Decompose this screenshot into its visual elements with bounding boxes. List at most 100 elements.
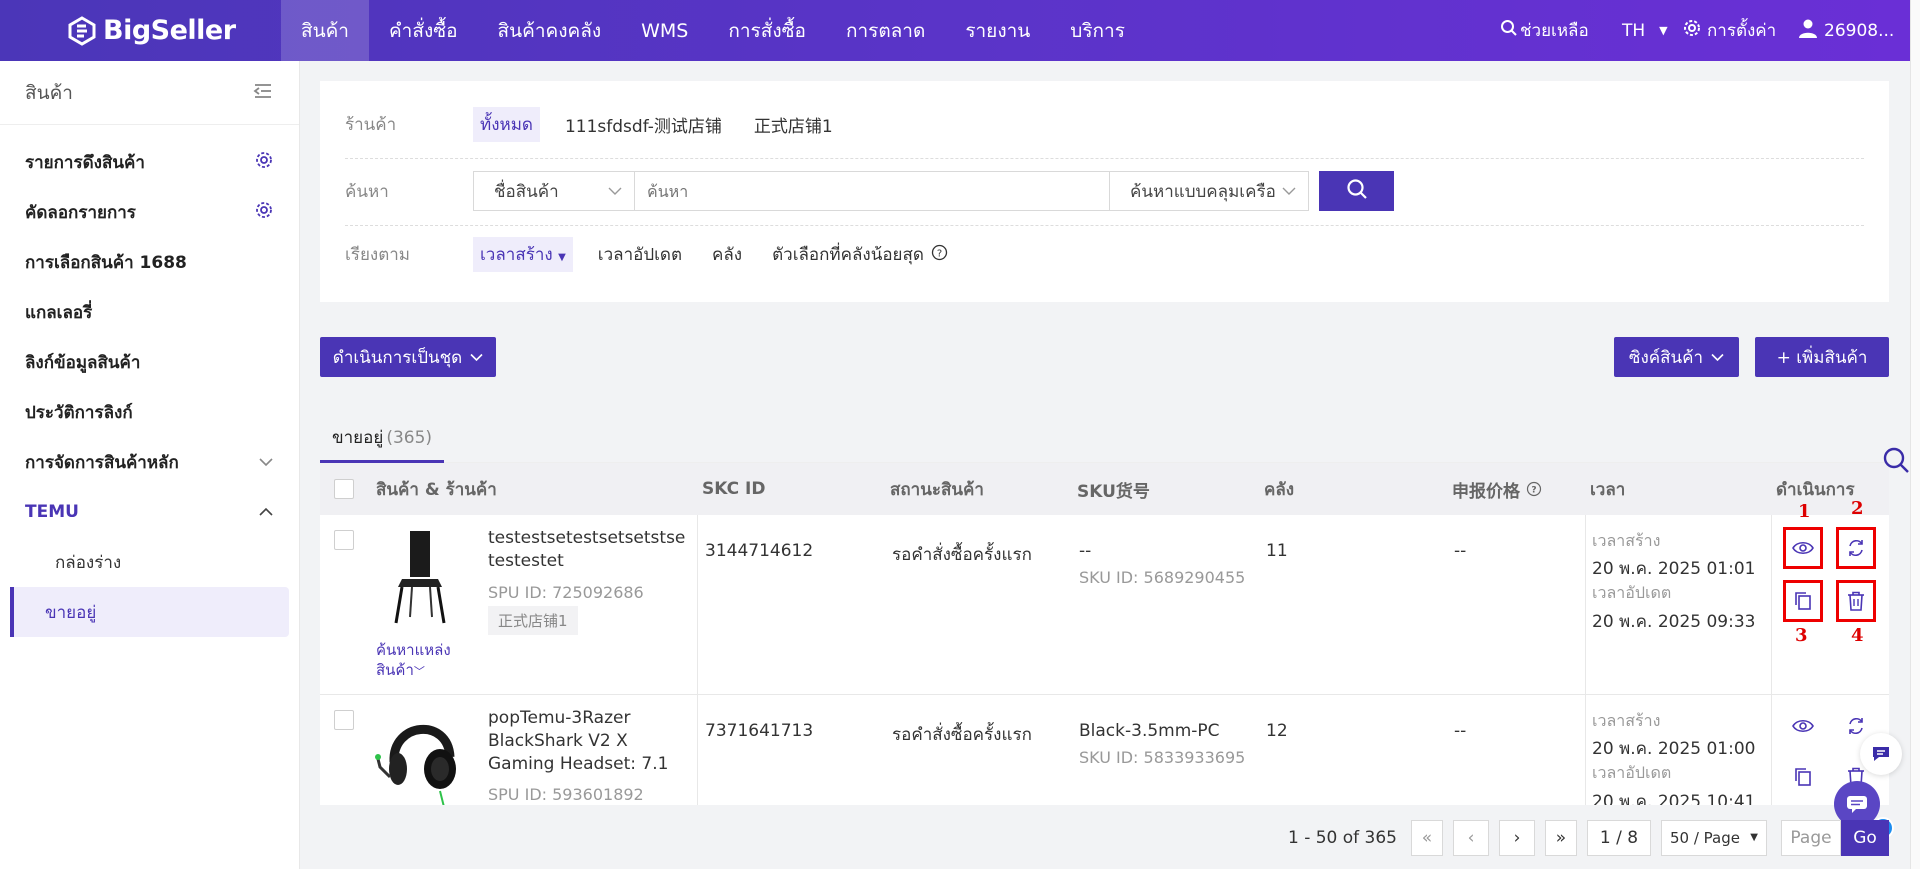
nav-reports[interactable]: รายงาน	[945, 0, 1050, 61]
view-eye-icon[interactable]	[1789, 712, 1817, 740]
find-source-link[interactable]: ค้นหาแหล่งสินค้า﹀	[376, 640, 466, 682]
product-status: รอคำสั่งซื้อครั้งแรก	[892, 545, 1032, 565]
top-navigation: BigSeller สินค้า คำสั่งซื้อ สินค้าคงคลัง…	[0, 0, 1910, 61]
batch-action-label: ดำเนินการเป็นชุด	[332, 347, 463, 368]
sidebar-sub-on-sale[interactable]: ขายอยู่	[10, 587, 289, 637]
gear-icon[interactable]	[255, 151, 273, 174]
sidebar-item-link-history[interactable]: ประวัติการลิงก์	[0, 387, 299, 437]
sidebar-title: สินค้า	[25, 81, 73, 104]
sort-least-stock[interactable]: ตัวเลือกที่คลังน้อยสุด	[765, 237, 931, 272]
sidebar-item-master-products[interactable]: การจัดการสินค้าหลัก	[0, 437, 299, 487]
sidebar-item-copy-listing[interactable]: คัดลอกรายการ	[0, 187, 299, 237]
sort-updated[interactable]: เวลาอัปเดต	[591, 237, 689, 272]
settings-link[interactable]: การตั้งค่า	[1683, 17, 1776, 44]
product-name[interactable]: popTemu-3Razer BlackShark V2 X Gaming He…	[488, 707, 688, 777]
nav-inventory[interactable]: สินค้าคงคลัง	[478, 0, 622, 61]
store-chip-all[interactable]: ทั้งหมด	[473, 106, 540, 142]
row-checkbox[interactable]	[334, 530, 354, 550]
col-skc-id: SKC ID	[702, 479, 766, 499]
row-checkbox[interactable]	[334, 710, 354, 730]
declared-price: --	[1454, 541, 1467, 561]
copy-icon[interactable]	[1789, 587, 1817, 615]
skc-id: 3144714612	[705, 541, 814, 561]
page-scrollbar[interactable]	[1910, 0, 1920, 869]
copy-icon[interactable]	[1789, 763, 1817, 791]
svg-text:?: ?	[1531, 486, 1536, 496]
help-circle-icon[interactable]: ?	[1526, 481, 1542, 497]
first-page-button[interactable]: «	[1411, 819, 1443, 856]
help-link[interactable]: ช่วยเหลือ	[1500, 17, 1589, 44]
product-name[interactable]: testestsetestsetsetstsetestestet	[488, 527, 688, 573]
updated-label: เวลาอัปเดต	[1592, 583, 1672, 602]
gear-icon[interactable]	[255, 201, 273, 224]
sku-id: SKU ID: 5833933695	[1079, 748, 1246, 767]
filter-divider	[345, 158, 1864, 159]
sidebar-item-label: ลิงก์ข้อมูลสินค้า	[25, 352, 141, 373]
spu-id: SPU ID: 593601892	[488, 785, 644, 804]
bigseller-logo[interactable]: BigSeller	[0, 0, 281, 61]
sidebar-item-label: แกลเลอรี่	[25, 302, 93, 323]
nav-orders[interactable]: คำสั่งซื้อ	[369, 0, 478, 61]
updated-time: 20 พ.ค. 2025 10:41	[1592, 792, 1756, 805]
col-product-store: สินค้า & ร้านค้า	[376, 479, 497, 500]
updated-label: เวลาอัปเดต	[1592, 763, 1672, 782]
col-status: สถานะสินค้า	[890, 479, 984, 500]
gear-icon	[1683, 19, 1701, 42]
prev-page-button[interactable]: ‹	[1453, 819, 1489, 856]
chevron-down-icon	[470, 347, 483, 367]
col-sku: SKU货号	[1077, 481, 1150, 502]
stock-qty: 11	[1266, 541, 1288, 561]
product-image-headset[interactable]	[374, 707, 466, 805]
add-product-button[interactable]: + เพิ่มสินค้า	[1755, 337, 1889, 377]
store-chip-official[interactable]: 正式店铺1	[747, 108, 840, 141]
help-circle-icon[interactable]: ?	[931, 244, 948, 265]
col-declared-price: 申报价格 ?	[1452, 463, 1542, 515]
page-indicator: 1 / 8	[1587, 819, 1651, 856]
view-eye-icon[interactable]	[1789, 534, 1817, 562]
batch-action-button[interactable]: ดำเนินการเป็นชุด	[320, 337, 496, 377]
col-stock: คลัง	[1264, 479, 1295, 500]
sort-created[interactable]: เวลาสร้าง ▼	[473, 236, 573, 272]
product-image-chair[interactable]	[380, 527, 460, 627]
sync-icon[interactable]	[1842, 534, 1870, 562]
last-page-button[interactable]: »	[1545, 819, 1577, 856]
user-menu[interactable]: 26908...	[1798, 18, 1894, 43]
page-jump-input[interactable]: Page	[1781, 819, 1841, 856]
sidebar-item-1688[interactable]: การเลือกสินค้า 1688	[0, 237, 299, 287]
floating-search-icon[interactable]	[1880, 444, 1912, 476]
sidebar-item-product-links[interactable]: ลิงก์ข้อมูลสินค้า	[0, 337, 299, 387]
go-button[interactable]: Go	[1841, 819, 1889, 856]
created-label: เวลาสร้าง	[1592, 531, 1661, 550]
feedback-icon[interactable]	[1860, 733, 1902, 775]
nav-wms[interactable]: WMS	[621, 0, 708, 61]
annotation-1: 1	[1798, 501, 1811, 522]
nav-services[interactable]: บริการ	[1050, 0, 1145, 61]
sidebar-item-pull-products[interactable]: รายการดึงสินค้า	[0, 137, 299, 187]
stock-qty: 12	[1266, 721, 1288, 741]
search-icon	[1346, 178, 1368, 204]
select-all-checkbox[interactable]	[334, 463, 354, 515]
sidebar-item-temu[interactable]: TEMU	[0, 487, 299, 537]
product-status: รอคำสั่งซื้อครั้งแรก	[892, 725, 1032, 745]
col-time: เวลา	[1590, 479, 1626, 500]
collapse-menu-icon[interactable]	[253, 82, 273, 104]
store-chip-test[interactable]: 111sfdsdf-测试店铺	[558, 108, 729, 141]
nav-products[interactable]: สินค้า	[281, 0, 369, 61]
sync-products-button[interactable]: ซิงค์สินค้า	[1614, 337, 1739, 377]
next-page-button[interactable]: ›	[1499, 819, 1535, 856]
nav-marketing[interactable]: การตลาด	[826, 0, 945, 61]
search-button[interactable]	[1319, 171, 1394, 211]
page-size-select[interactable]: 50 / Page ▼	[1661, 819, 1767, 856]
nav-purchase[interactable]: การสั่งซื้อ	[708, 0, 826, 61]
search-input[interactable]	[634, 172, 1110, 210]
sync-icon[interactable]	[1842, 712, 1870, 740]
sort-stock[interactable]: คลัง	[705, 237, 749, 272]
tab-on-sale[interactable]: ขายอยู่ (365)	[320, 415, 445, 463]
search-field-select[interactable]: ชื่อสินค้า	[474, 172, 634, 210]
sidebar-sub-drafts[interactable]: กล่องร่าง	[10, 537, 289, 587]
search-mode-select[interactable]: ค้นหาแบบคลุมเครือ	[1110, 172, 1308, 210]
sidebar-item-gallery[interactable]: แกลเลอรี่	[0, 287, 299, 337]
trash-icon[interactable]	[1842, 587, 1870, 615]
language-select[interactable]: TH ▼	[1622, 21, 1668, 41]
sku-id: SKU ID: 5689290455	[1079, 568, 1246, 587]
